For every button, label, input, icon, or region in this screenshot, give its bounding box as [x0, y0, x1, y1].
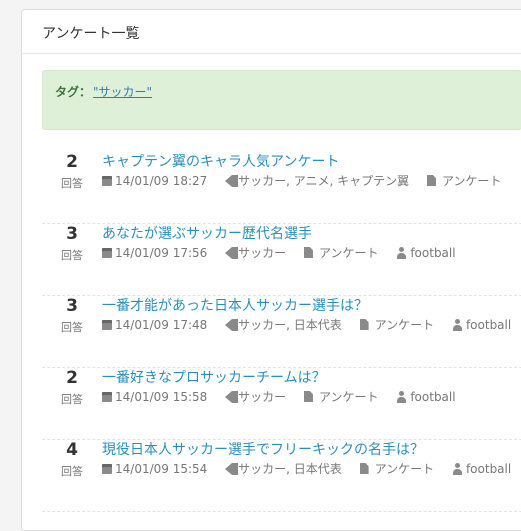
tag-icon: [225, 390, 239, 403]
answer-count: 4 回答: [42, 440, 102, 479]
calendar-icon: [102, 391, 112, 402]
answer-count-label: 回答: [61, 393, 83, 406]
file-icon: [303, 391, 313, 402]
survey-user[interactable]: football: [410, 245, 455, 261]
survey-meta: 14/01/09 15:58 サッカー アンケート football: [102, 388, 470, 405]
answer-count: 3 回答: [42, 296, 102, 335]
answer-count-label: 回答: [61, 177, 83, 190]
file-icon: [303, 247, 313, 258]
list-item: 3 回答 一番才能があった日本人サッカー選手は？ 14/01/09 17:48 …: [42, 296, 521, 368]
survey-title-link[interactable]: 一番才能があった日本人サッカー選手は？: [102, 295, 368, 315]
list-item: 3 回答 あなたが選ぶサッカー歴代名選手 14/01/09 17:56 サッカー…: [42, 224, 521, 296]
answer-count-value: 3: [66, 296, 78, 316]
answer-count: 2 回答: [42, 368, 102, 407]
survey-meta: 14/01/09 17:56 サッカー アンケート football: [102, 244, 470, 261]
list-item: 2 回答 一番好きなプロサッカーチームは？ 14/01/09 15:58 サッカ…: [42, 368, 521, 440]
answer-count-value: 3: [66, 224, 78, 244]
tag-icon: [225, 462, 239, 475]
answer-count-value: 2: [66, 152, 78, 172]
survey-title-link[interactable]: 現役日本人サッカー選手でフリーキックの名手は？: [102, 439, 424, 459]
survey-meta: 14/01/09 15:54 サッカー, 日本代表 アンケート football: [102, 460, 521, 477]
survey-date: 14/01/09 18:27: [115, 173, 208, 188]
survey-date: 14/01/09 15:54: [115, 461, 208, 476]
calendar-icon: [102, 463, 112, 474]
user-icon: [396, 390, 407, 403]
calendar-icon: [102, 319, 112, 330]
survey-title-link[interactable]: 一番好きなプロサッカーチームは？: [102, 367, 326, 387]
survey-tags[interactable]: サッカー: [238, 389, 286, 405]
list-item: 4 回答 現役日本人サッカー選手でフリーキックの名手は？ 14/01/09 15…: [42, 440, 521, 512]
survey-category: アンケート: [318, 389, 379, 404]
answer-count-value: 4: [66, 440, 78, 460]
tag-icon: [225, 318, 239, 331]
tag-filter-link[interactable]: "サッカー": [93, 85, 152, 99]
file-icon: [426, 175, 436, 186]
survey-tags[interactable]: サッカー, アニメ, キャプテン翼: [238, 173, 409, 189]
survey-category: アンケート: [374, 317, 435, 332]
answer-count-value: 2: [66, 368, 78, 388]
file-icon: [359, 463, 369, 474]
survey-tags[interactable]: サッカー: [238, 245, 286, 261]
survey-title-link[interactable]: あなたが選ぶサッカー歴代名選手: [102, 223, 312, 243]
answer-count-label: 回答: [61, 321, 83, 334]
survey-meta: 14/01/09 18:27 サッカー, アニメ, キャプテン翼 アンケート: [102, 172, 516, 189]
survey-category: アンケート: [441, 173, 502, 188]
calendar-icon: [102, 175, 112, 186]
survey-meta: 14/01/09 17:48 サッカー, 日本代表 アンケート football: [102, 316, 521, 333]
answer-count: 2 回答: [42, 152, 102, 191]
file-icon: [359, 319, 369, 330]
survey-list-panel: アンケート一覧 タグ： "サッカー" 2 回答 キャプテン翼のキャラ人気アンケート…: [21, 9, 521, 531]
list-item: 2 回答 キャプテン翼のキャラ人気アンケート 14/01/09 18:27 サッ…: [42, 152, 521, 224]
survey-category: アンケート: [374, 461, 435, 476]
survey-title-link[interactable]: キャプテン翼のキャラ人気アンケート: [102, 151, 339, 171]
survey-date: 14/01/09 17:48: [115, 317, 208, 332]
tag-icon: [225, 246, 239, 259]
panel-title: アンケート一覧: [22, 10, 521, 54]
tag-filter-label: タグ：: [55, 85, 92, 99]
answer-count-label: 回答: [61, 249, 83, 262]
survey-user[interactable]: football: [466, 461, 511, 477]
survey-user[interactable]: football: [410, 389, 455, 405]
survey-category: アンケート: [318, 245, 379, 260]
tag-icon: [225, 174, 239, 187]
survey-tags[interactable]: サッカー, 日本代表: [238, 461, 342, 477]
survey-date: 14/01/09 15:58: [115, 389, 208, 404]
user-icon: [452, 462, 463, 475]
survey-tags[interactable]: サッカー, 日本代表: [238, 317, 342, 333]
answer-count: 3 回答: [42, 224, 102, 263]
user-icon: [396, 246, 407, 259]
survey-user[interactable]: football: [466, 317, 511, 333]
survey-date: 14/01/09 17:56: [115, 245, 208, 260]
calendar-icon: [102, 247, 112, 258]
answer-count-label: 回答: [61, 465, 83, 478]
user-icon: [452, 318, 463, 331]
tag-filter-alert: タグ： "サッカー": [42, 70, 521, 130]
